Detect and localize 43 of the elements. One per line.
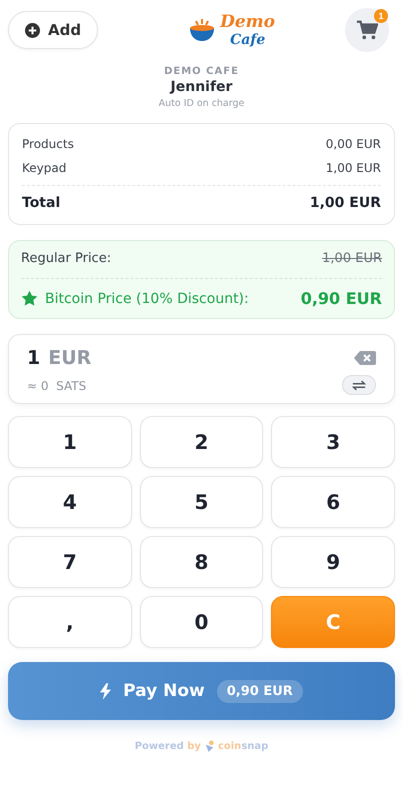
bitcoin-price-value: 0,90 EUR	[300, 289, 382, 308]
star-icon	[21, 290, 38, 307]
keypad-key[interactable]: 4	[8, 476, 132, 528]
logo-text: Demo	[220, 12, 275, 32]
store-name: DEMO CAFE	[164, 66, 239, 77]
keypad-key[interactable]: 2	[140, 416, 264, 468]
swap-icon	[352, 380, 366, 390]
powered-by-text: Powered by	[134, 741, 201, 752]
summary-value: 1,00 EUR	[326, 161, 381, 175]
bitcoin-price-label: Bitcoin Price (10% Discount):	[45, 290, 249, 306]
sats-amount: ≈ 0 SATS	[27, 379, 86, 393]
customer-name: Jennifer	[170, 79, 232, 95]
amount-currency: EUR	[48, 347, 92, 369]
amount-value: 1	[27, 347, 40, 369]
brand-name: coinsnap	[218, 741, 268, 752]
pay-now-button[interactable]: Pay Now 0,90 EUR	[8, 662, 395, 720]
keypad-key[interactable]: 7	[8, 536, 132, 588]
keypad-key[interactable]: 5	[140, 476, 264, 528]
plus-icon	[25, 22, 40, 38]
keypad-key[interactable]: 6	[271, 476, 395, 528]
summary-label: Keypad	[22, 161, 66, 175]
keypad-key[interactable]: 3	[271, 416, 395, 468]
summary-value: 0,00 EUR	[326, 137, 381, 151]
add-button[interactable]: Add	[8, 11, 98, 49]
cart-icon	[356, 19, 378, 41]
swap-button[interactable]	[342, 375, 376, 395]
customer-note: Auto ID on charge	[158, 98, 244, 109]
regular-price-value: 1,00 EUR	[322, 251, 382, 266]
regular-price-label: Regular Price:	[21, 251, 112, 266]
summary-label: Products	[22, 137, 74, 151]
keypad-key[interactable]: 1	[8, 416, 132, 468]
keypad-key[interactable]: 9	[271, 536, 395, 588]
coinsnap-logo-icon	[204, 740, 215, 753]
total-label: Total	[22, 195, 60, 211]
lightning-icon	[100, 682, 112, 700]
keypad-key[interactable]: 0	[140, 596, 264, 648]
pay-amount-badge: 0,90 EUR	[216, 680, 303, 702]
backspace-icon[interactable]	[354, 351, 376, 365]
cart-count-badge: 1	[374, 9, 388, 23]
logo-text: Cafe	[230, 32, 266, 48]
keypad-key[interactable]: ,	[8, 596, 132, 648]
keypad-key[interactable]: 8	[140, 536, 264, 588]
total-value: 1,00 EUR	[310, 195, 381, 211]
